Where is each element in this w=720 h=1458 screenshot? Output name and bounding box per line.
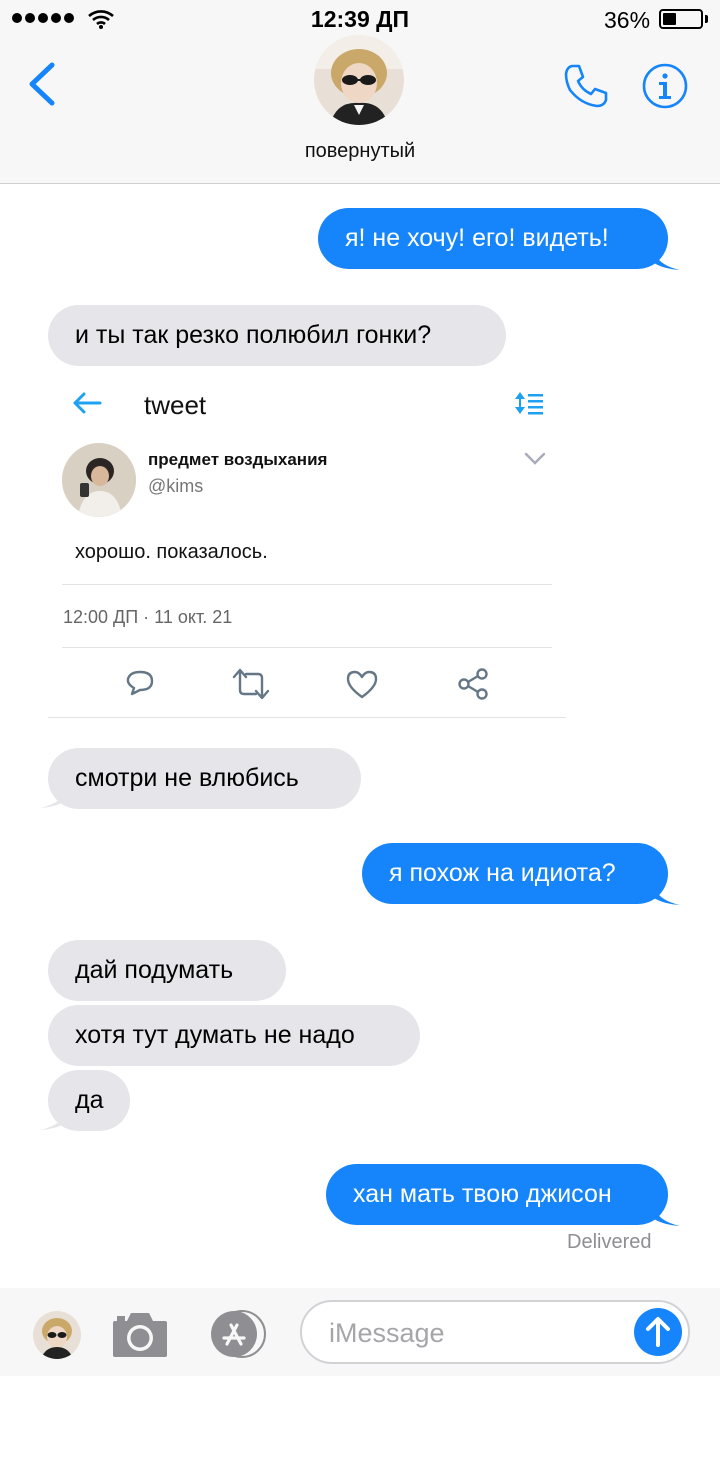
contact-name[interactable]: повернутый	[0, 140, 720, 163]
battery-percentage: 36%	[604, 7, 651, 33]
tweet-back-arrow-icon	[73, 392, 102, 414]
bubble-tail	[652, 247, 680, 270]
phone-icon[interactable]	[562, 62, 610, 110]
message-bubble-outgoing[interactable]: хан мать твою джисон	[326, 1164, 668, 1225]
tweet-divider	[62, 584, 552, 585]
bubble-tail	[40, 1107, 68, 1130]
contact-avatar[interactable]	[314, 35, 404, 125]
tweet-author-avatar	[62, 443, 136, 517]
info-icon[interactable]	[642, 63, 688, 109]
tweet-bottom-divider	[48, 717, 566, 718]
message-bubble-incoming[interactable]: и ты так резко полюбил гонки?	[48, 305, 506, 366]
share-icon	[458, 668, 488, 700]
message-bubble-outgoing[interactable]: я похож на идиота?	[362, 843, 668, 904]
back-chevron-icon[interactable]	[26, 62, 58, 106]
reply-icon	[126, 670, 154, 696]
imessage-placeholder: iMessage	[329, 1318, 445, 1348]
tweet-divider	[62, 647, 552, 648]
delivered-status: Delivered	[567, 1231, 652, 1253]
bubble-tail	[40, 785, 68, 808]
sort-icon	[515, 392, 543, 415]
like-icon	[346, 670, 378, 699]
tweet-card-title: tweet	[144, 390, 207, 420]
message-bubble-incoming[interactable]: хотя тут думать не надо	[48, 1005, 420, 1066]
memoji-avatar-button[interactable]	[33, 1311, 81, 1359]
tweet-timestamp: 12:00 ДП · 11 окт. 21	[63, 607, 233, 627]
camera-icon[interactable]	[111, 1309, 169, 1359]
retweet-icon	[232, 668, 270, 700]
chevron-down-icon	[524, 452, 546, 465]
tweet-author-name: предмет воздыхания	[148, 450, 328, 469]
message-bubble-incoming[interactable]: дай подумать	[48, 940, 286, 1001]
arrow-up-icon	[646, 1317, 670, 1347]
send-button[interactable]	[634, 1308, 682, 1356]
battery-icon	[659, 9, 703, 29]
tweet-text: хорошо. показалось.	[75, 541, 268, 563]
app-store-icon[interactable]	[204, 1309, 272, 1359]
message-bubble-outgoing[interactable]: я! не хочу! его! видеть!	[318, 208, 668, 269]
message-bubble-incoming[interactable]: смотри не влюбись	[48, 748, 361, 809]
battery-tip	[705, 15, 708, 23]
bubble-tail	[652, 1203, 680, 1226]
bubble-tail	[652, 882, 680, 905]
tweet-author-handle: @kims	[148, 476, 204, 496]
